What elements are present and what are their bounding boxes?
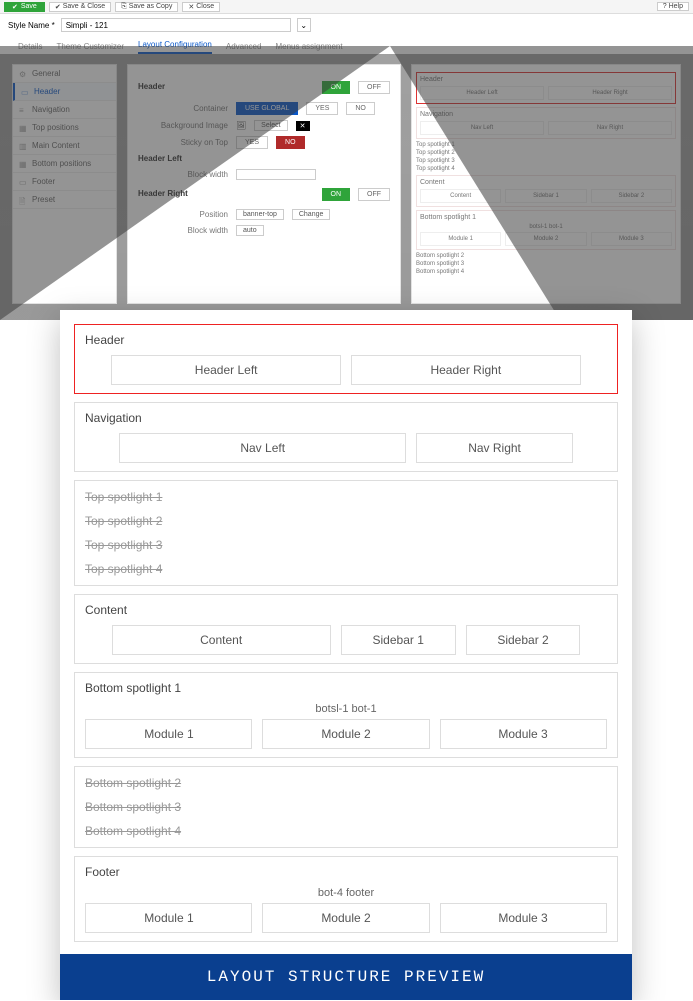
- sidebar-item-preset[interactable]: 🗎Preset: [13, 191, 116, 209]
- footer-icon: ▭: [19, 178, 27, 186]
- tab-details[interactable]: Details: [18, 42, 42, 54]
- bs1-module-1[interactable]: Module 1: [85, 719, 252, 749]
- container-label: Container: [138, 104, 228, 113]
- layout-icon: ▥: [19, 142, 27, 150]
- layout-preview-card: Header Header Left Header Right Navigati…: [60, 310, 632, 1000]
- style-name-label: Style Name *: [8, 21, 55, 30]
- preview-banner: LAYOUT STRUCTURE PREVIEW: [60, 954, 632, 1000]
- tab-menus[interactable]: Menus assignment: [275, 42, 342, 54]
- toolbar: ✔Save ✔Save & Close ⎘Save as Copy ✕Close…: [0, 0, 693, 14]
- tab-layout[interactable]: Layout Configuration: [138, 40, 212, 54]
- preview-header-left[interactable]: Header Left: [111, 355, 341, 385]
- close-icon: ✕: [188, 3, 194, 11]
- tab-theme[interactable]: Theme Customizer: [56, 42, 124, 54]
- preview-header-right[interactable]: Header Right: [351, 355, 581, 385]
- style-name-input[interactable]: [61, 18, 291, 32]
- bs2: Bottom spotlight 2: [85, 771, 607, 795]
- bs3: Bottom spotlight 3: [85, 795, 607, 819]
- preview-content: Content Content Sidebar 1 Sidebar 2: [74, 594, 618, 664]
- style-dropdown-icon[interactable]: ⌄: [297, 18, 311, 32]
- sidebar-item-header[interactable]: ▭Header: [13, 83, 116, 101]
- mini-preview: HeaderHeader LeftHeader Right Navigation…: [411, 64, 681, 304]
- hl-blockwidth-select[interactable]: [236, 169, 316, 180]
- ts3: Top spotlight 3: [85, 533, 607, 557]
- preview-navigation: Navigation Nav Left Nav Right: [74, 402, 618, 472]
- close-button[interactable]: ✕Close: [182, 2, 220, 12]
- preview-content-main[interactable]: Content: [112, 625, 331, 655]
- grid-icon: ▦: [19, 160, 27, 168]
- header-off[interactable]: OFF: [358, 81, 390, 94]
- help-icon: ?: [663, 3, 667, 10]
- sidebar-item-navigation[interactable]: ≡Navigation: [13, 101, 116, 119]
- select-button[interactable]: Select: [254, 120, 287, 131]
- tab-advanced[interactable]: Advanced: [226, 42, 262, 54]
- cfg-header-title: Header: [138, 82, 165, 91]
- hr-position-value: banner-top: [236, 209, 284, 220]
- bs1-module-2[interactable]: Module 2: [262, 719, 429, 749]
- gear-icon: ⚙: [19, 70, 27, 78]
- sidebar-item-footer[interactable]: ▭Footer: [13, 173, 116, 191]
- yes-button[interactable]: YES: [306, 102, 338, 115]
- file-icon: 🗎: [19, 196, 27, 204]
- sticky-label: Sticky on Top: [138, 138, 228, 147]
- hl-blockwidth-label: Block width: [138, 170, 228, 179]
- ts2: Top spotlight 2: [85, 509, 607, 533]
- copy-icon: ⎘: [121, 3, 127, 11]
- footer-caption: bot-4 footer: [85, 887, 607, 899]
- check-icon: ✔: [55, 3, 61, 11]
- sidebar-item-general[interactable]: ⚙General: [13, 65, 116, 83]
- hr-blockwidth-select[interactable]: auto: [236, 225, 264, 236]
- footer-module-3[interactable]: Module 3: [440, 903, 607, 933]
- preview-nav-right[interactable]: Nav Right: [416, 433, 573, 463]
- header-on[interactable]: ON: [322, 81, 351, 94]
- hr-change-button[interactable]: Change: [292, 209, 331, 220]
- header-left-title: Header Left: [138, 154, 390, 163]
- preview-disabled-bottom: Bottom spotlight 2 Bottom spotlight 3 Bo…: [74, 766, 618, 848]
- style-name-bar: Style Name * ⌄: [0, 14, 693, 36]
- bs1-module-3[interactable]: Module 3: [440, 719, 607, 749]
- footer-module-1[interactable]: Module 1: [85, 903, 252, 933]
- footer-module-2[interactable]: Module 2: [262, 903, 429, 933]
- sticky-no[interactable]: NO: [276, 136, 305, 149]
- preview-sidebar-2[interactable]: Sidebar 2: [466, 625, 581, 655]
- image-icon: 🖼: [236, 121, 246, 130]
- save-close-button[interactable]: ✔Save & Close: [49, 2, 111, 12]
- preview-nav-left[interactable]: Nav Left: [119, 433, 406, 463]
- sidebar-item-main[interactable]: ▥Main Content: [13, 137, 116, 155]
- bars-icon: ≡: [19, 106, 27, 114]
- preview-header: Header Header Left Header Right: [74, 324, 618, 394]
- sidebar-item-top[interactable]: ▦Top positions: [13, 119, 116, 137]
- config-panel: Header ON OFF Container USE GLOBAL YES N…: [127, 64, 401, 304]
- preview-disabled-top: Top spotlight 1 Top spotlight 2 Top spot…: [74, 480, 618, 586]
- bs1-caption: botsl-1 bot-1: [85, 703, 607, 715]
- preview-bottom-spotlight-1: Bottom spotlight 1 botsl-1 bot-1 Module …: [74, 672, 618, 758]
- sticky-yes[interactable]: YES: [236, 136, 268, 149]
- preview-sidebar-1[interactable]: Sidebar 1: [341, 625, 456, 655]
- sidebar-item-bottom[interactable]: ▦Bottom positions: [13, 155, 116, 173]
- hr-blockwidth-label: Block width: [138, 226, 228, 235]
- square-icon: ▭: [21, 88, 29, 96]
- preview-footer: Footer bot-4 footer Module 1 Module 2 Mo…: [74, 856, 618, 942]
- ts1: Top spotlight 1: [85, 485, 607, 509]
- grid-icon: ▦: [19, 124, 27, 132]
- ts4: Top spotlight 4: [85, 557, 607, 581]
- use-global-button[interactable]: USE GLOBAL: [236, 102, 298, 115]
- tabs: Details Theme Customizer Layout Configur…: [0, 36, 693, 54]
- bs4: Bottom spotlight 4: [85, 819, 607, 843]
- clear-icon[interactable]: ✕: [296, 121, 310, 131]
- no-button[interactable]: NO: [346, 102, 375, 115]
- hr-position-label: Position: [138, 210, 228, 219]
- save-button[interactable]: ✔Save: [4, 2, 45, 12]
- save-copy-button[interactable]: ⎘Save as Copy: [115, 2, 178, 12]
- check-icon: ✔: [12, 3, 18, 11]
- sidebar: ⚙General ▭Header ≡Navigation ▦Top positi…: [12, 64, 117, 304]
- bg-image-label: Background Image: [138, 121, 228, 130]
- hr-off[interactable]: OFF: [358, 188, 390, 201]
- header-right-title: Header Right: [138, 189, 188, 198]
- hr-on[interactable]: ON: [322, 188, 351, 201]
- help-button[interactable]: ? Help: [657, 2, 689, 11]
